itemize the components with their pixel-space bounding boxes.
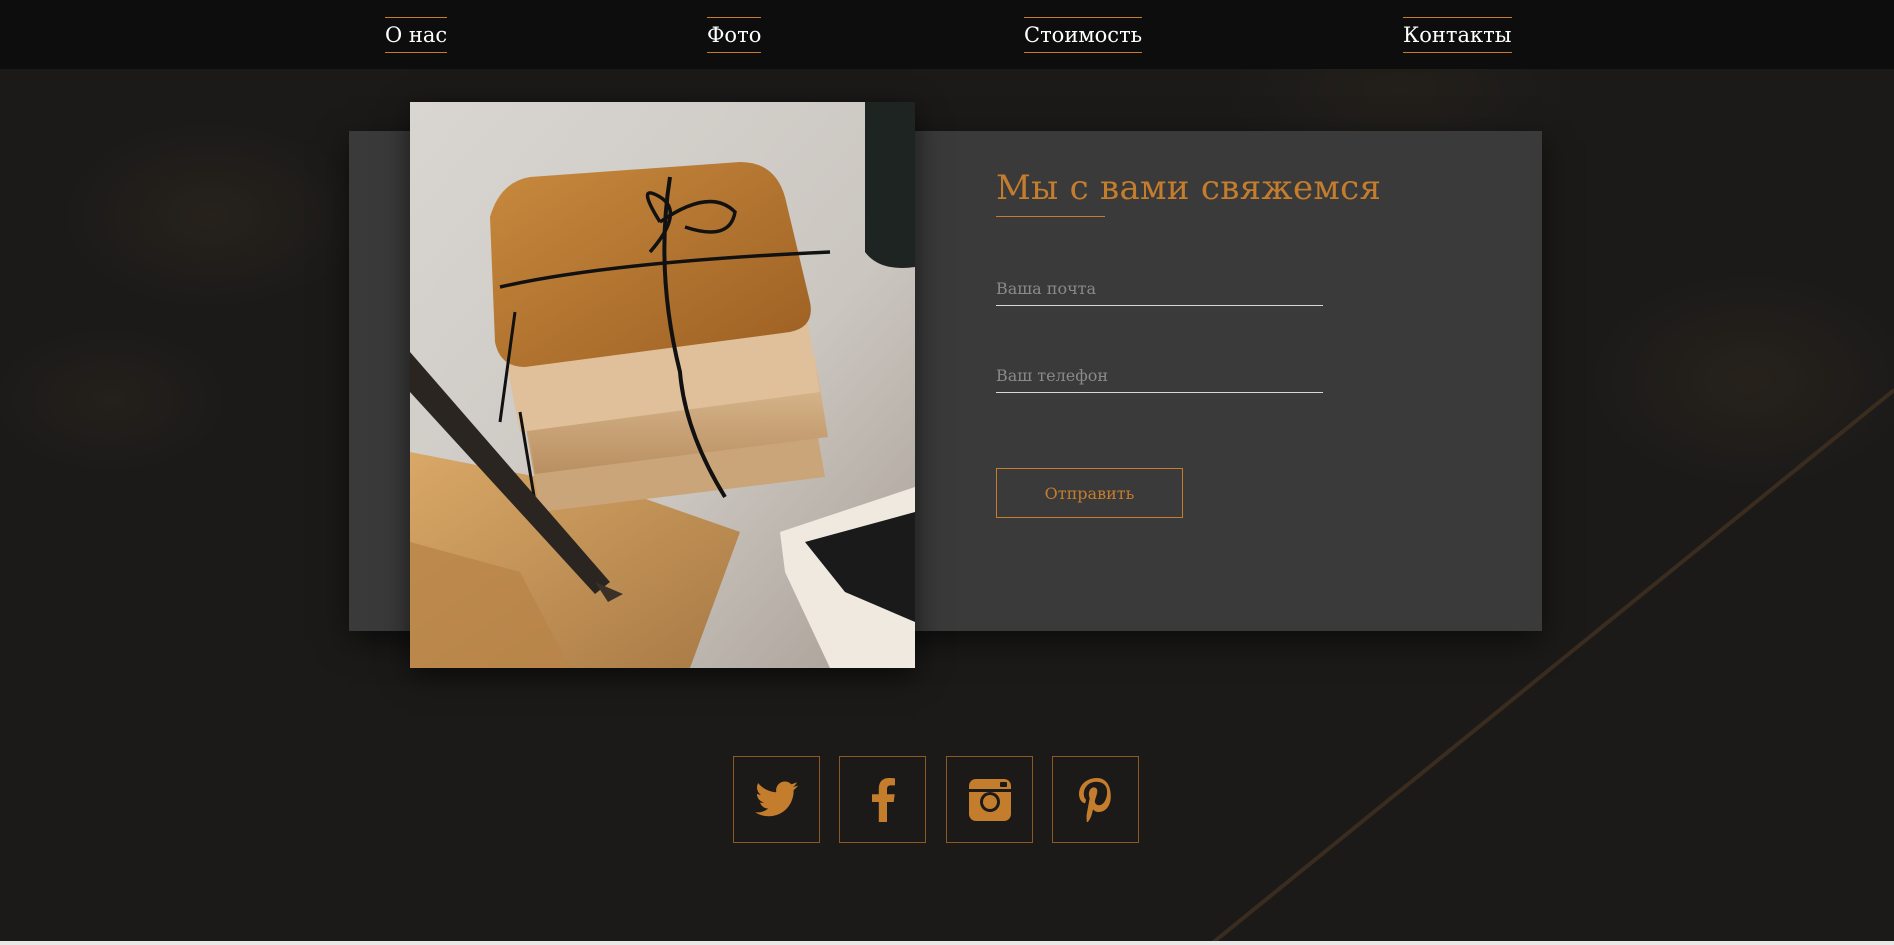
twitter-link[interactable] [733, 756, 820, 843]
nav-link-photo[interactable]: Фото [707, 17, 762, 53]
facebook-icon [871, 777, 895, 822]
title-underline [996, 216, 1105, 217]
letters-photo [410, 102, 915, 668]
top-navigation: О нас Фото Стоимость Контакты [0, 0, 1894, 69]
contact-form-title: Мы с вами свяжемся [996, 168, 1382, 208]
letters-photo-illustration [410, 102, 915, 668]
bottom-edge [0, 941, 1894, 945]
pinterest-link[interactable] [1052, 756, 1139, 843]
nav-link-price[interactable]: Стоимость [1024, 17, 1143, 53]
instagram-link[interactable] [946, 756, 1033, 843]
phone-field[interactable] [996, 358, 1323, 393]
submit-button[interactable]: Отправить [996, 468, 1183, 518]
facebook-link[interactable] [839, 756, 926, 843]
email-field[interactable] [996, 271, 1323, 306]
instagram-icon [968, 778, 1011, 821]
nav-link-contacts[interactable]: Контакты [1403, 17, 1512, 53]
twitter-icon [754, 781, 798, 816]
page: О нас Фото Стоимость Контакты Мы с вами … [0, 0, 1894, 945]
pinterest-icon [1078, 777, 1111, 822]
nav-link-about[interactable]: О нас [385, 17, 448, 53]
